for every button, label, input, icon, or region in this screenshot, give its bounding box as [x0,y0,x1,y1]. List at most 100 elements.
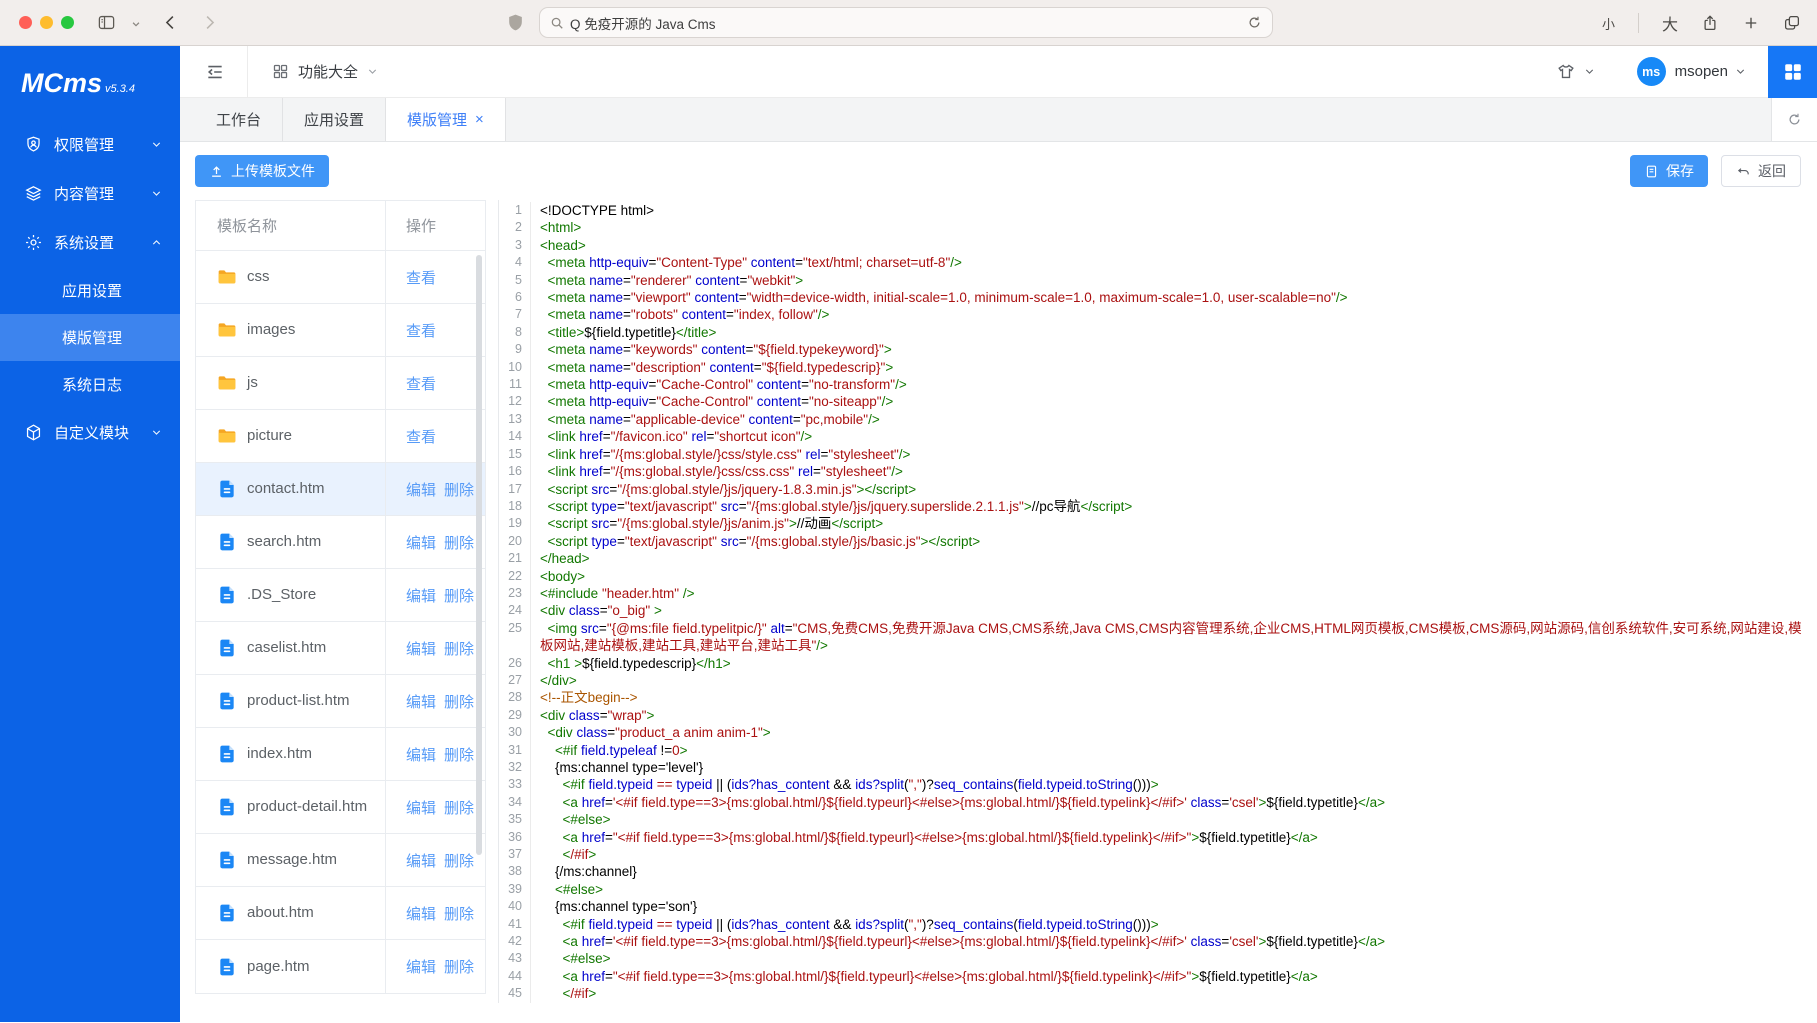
line-number: 20 [499,533,531,550]
table-row[interactable]: picture查看 [196,410,485,463]
tab-工作台[interactable]: 工作台 [195,98,283,141]
minimize-window-button[interactable] [40,16,53,29]
code-editor[interactable]: 1<!DOCTYPE html>2<html>3<head>4 <meta ht… [498,200,1811,1003]
table-row[interactable]: contact.htm编辑删除 [196,463,485,516]
chevron-down-icon[interactable] [1735,66,1746,77]
forward-icon[interactable] [200,13,219,32]
action-link-编辑[interactable]: 编辑 [406,903,436,924]
line-number: 26 [499,655,531,672]
text-larger-button[interactable]: 大 [1662,11,1678,35]
action-link-删除[interactable]: 删除 [444,585,474,606]
upload-template-button[interactable]: 上传模板文件 [195,155,329,187]
back-button[interactable]: 返回 [1721,155,1801,187]
sidebar-item-权限管理[interactable]: 权限管理 [0,120,180,169]
action-link-编辑[interactable]: 编辑 [406,585,436,606]
address-bar[interactable]: Q 免疫开源的 Java Cms [539,7,1273,38]
chevron-down-icon[interactable] [131,19,141,29]
action-link-删除[interactable]: 删除 [444,532,474,553]
action-link-编辑[interactable]: 编辑 [406,797,436,818]
tab-label: 工作台 [216,109,261,130]
code-text: <link href="/favicon.ico" rel="shortcut … [531,428,1811,445]
table-row[interactable]: images查看 [196,304,485,357]
table-row[interactable]: about.htm编辑删除 [196,887,485,940]
sidebar-item-内容管理[interactable]: 内容管理 [0,169,180,218]
feature-menu[interactable]: 功能大全 [272,61,378,82]
sidebar-item-系统日志[interactable]: 系统日志 [0,361,180,408]
action-link-删除[interactable]: 删除 [444,903,474,924]
new-tab-icon[interactable] [1742,14,1760,32]
table-row[interactable]: product-list.htm编辑删除 [196,675,485,728]
action-link-查看[interactable]: 查看 [406,267,436,288]
refresh-tab-button[interactable] [1771,98,1817,141]
tab-overview-icon[interactable] [1783,14,1801,32]
line-number: 3 [499,237,531,254]
action-link-编辑[interactable]: 编辑 [406,744,436,765]
upload-icon [209,164,224,179]
code-line: 12 <meta http-equiv="Cache-Control" cont… [499,393,1811,410]
divider [1638,13,1639,33]
action-link-编辑[interactable]: 编辑 [406,850,436,871]
close-icon[interactable]: × [475,112,484,127]
table-row[interactable]: product-detail.htm编辑删除 [196,781,485,834]
tab-label: 应用设置 [304,109,364,130]
table-row[interactable]: js查看 [196,357,485,410]
action-link-删除[interactable]: 删除 [444,797,474,818]
table-row[interactable]: search.htm编辑删除 [196,516,485,569]
sidebar-toggle-icon[interactable] [96,13,117,32]
file-name-cell: page.htm [196,940,386,993]
line-number: 45 [499,985,531,1002]
action-link-删除[interactable]: 删除 [444,850,474,871]
panels: 模板名称 操作 css查看images查看js查看picture查看contac… [195,200,1811,1003]
code-text: <meta name="applicable-device" content="… [531,411,1811,428]
menu-fold-icon[interactable] [205,62,225,82]
user-avatar[interactable]: ms [1637,57,1666,86]
text-smaller-button[interactable]: 小 [1602,14,1615,33]
line-number: 2 [499,219,531,236]
apps-launcher-button[interactable] [1768,46,1817,98]
tab-模版管理[interactable]: 模版管理× [386,98,506,141]
folder-icon [217,267,237,287]
save-button[interactable]: 保存 [1630,155,1708,187]
sidebar-item-模版管理[interactable]: 模版管理 [0,314,180,361]
action-link-删除[interactable]: 删除 [444,744,474,765]
action-link-编辑[interactable]: 编辑 [406,691,436,712]
close-window-button[interactable] [19,16,32,29]
refresh-icon [1787,112,1802,127]
line-number: 12 [499,393,531,410]
table-row[interactable]: css查看 [196,251,485,304]
action-link-删除[interactable]: 删除 [444,691,474,712]
share-icon[interactable] [1701,14,1719,32]
reload-icon[interactable] [1247,15,1262,30]
action-link-删除[interactable]: 删除 [444,479,474,500]
table-row[interactable]: index.htm编辑删除 [196,728,485,781]
action-link-删除[interactable]: 删除 [444,956,474,977]
browser-chrome: Q 免疫开源的 Java Cms 小 大 [0,0,1817,46]
action-link-编辑[interactable]: 编辑 [406,532,436,553]
table-row[interactable]: .DS_Store编辑删除 [196,569,485,622]
chevron-down-icon[interactable] [1584,66,1595,77]
table-row[interactable]: message.htm编辑删除 [196,834,485,887]
action-link-编辑[interactable]: 编辑 [406,638,436,659]
privacy-shield-icon[interactable] [506,12,525,33]
code-line: 29<div class="wrap"> [499,707,1811,724]
action-link-删除[interactable]: 删除 [444,638,474,659]
action-link-查看[interactable]: 查看 [406,426,436,447]
tab-应用设置[interactable]: 应用设置 [283,98,386,141]
line-number: 6 [499,289,531,306]
action-link-查看[interactable]: 查看 [406,373,436,394]
line-number: 18 [499,498,531,515]
theme-tshirt-icon[interactable] [1556,62,1576,82]
top-bar-right: ms msopen [1556,46,1817,98]
table-row[interactable]: caselist.htm编辑删除 [196,622,485,675]
sidebar-item-应用设置[interactable]: 应用设置 [0,267,180,314]
action-link-编辑[interactable]: 编辑 [406,479,436,500]
zoom-window-button[interactable] [61,16,74,29]
sidebar-item-系统设置[interactable]: 系统设置 [0,218,180,267]
table-row[interactable]: page.htm 编辑删除 [196,940,485,993]
back-icon[interactable] [161,13,180,32]
action-link-查看[interactable]: 查看 [406,320,436,341]
sidebar-item-自定义模块[interactable]: 自定义模块 [0,408,180,457]
file-list-scrollbar[interactable] [476,255,482,855]
action-link-编辑[interactable]: 编辑 [406,956,436,977]
code-line: 23<#include "header.htm" /> [499,585,1811,602]
